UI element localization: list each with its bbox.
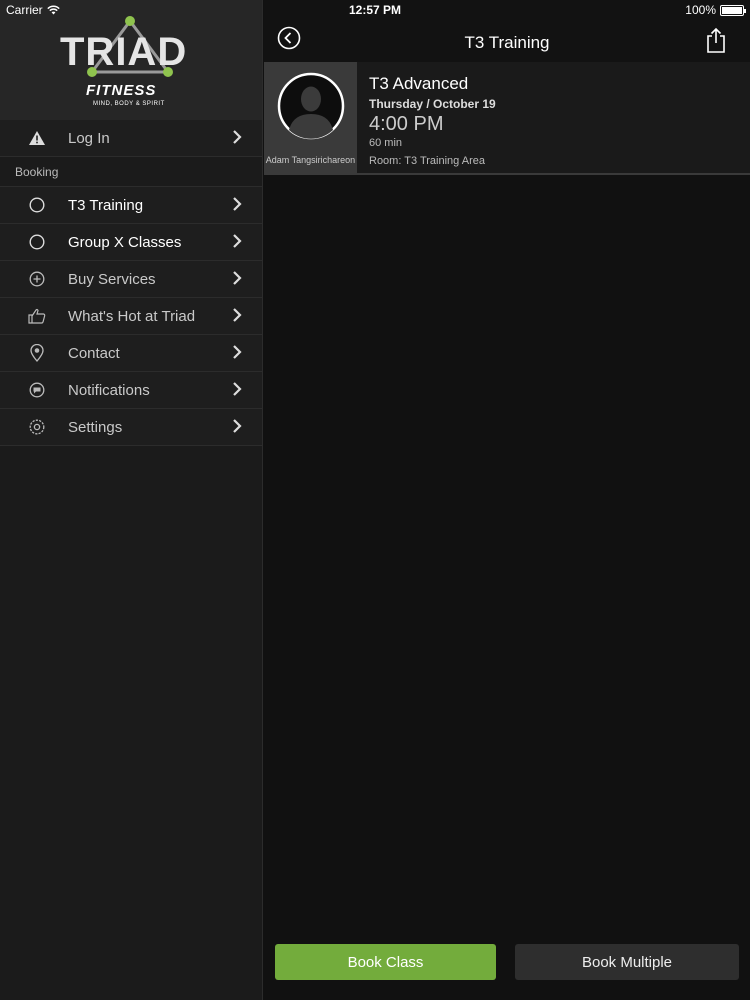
warning-icon	[25, 126, 49, 150]
clock: 12:57 PM	[348, 3, 402, 17]
page-title: T3 Training	[464, 33, 550, 52]
logo-subtitle: FITNESS	[86, 82, 157, 99]
chevron-right-icon	[233, 419, 242, 433]
class-date: Thursday / October 19	[369, 97, 496, 111]
sidebar-item-notifications[interactable]: Notifications	[0, 372, 262, 409]
book-class-button[interactable]: Book Class	[275, 944, 496, 980]
chevron-right-icon	[233, 234, 242, 248]
section-header-booking: Booking	[0, 157, 262, 187]
sidebar-item-settings[interactable]: Settings	[0, 409, 262, 446]
sidebar-item-t3-training[interactable]: T3 Training	[0, 187, 262, 224]
class-duration: 60 min	[369, 137, 403, 149]
logo-word: TRIAD	[60, 30, 188, 74]
sidebar-item-label: T3 Training	[68, 196, 144, 214]
sidebar-item-whats-hot[interactable]: What's Hot at Triad	[0, 298, 262, 335]
sidebar-item-label: Settings	[68, 418, 123, 436]
sidebar-item-label: Log In	[68, 129, 110, 147]
chevron-right-icon	[233, 382, 242, 396]
class-room: Room: T3 Training Area	[369, 155, 485, 167]
sidebar: TRIAD FITNESS MIND, BODY & SPIRIT Log In…	[0, 0, 263, 1000]
share-icon[interactable]	[706, 27, 726, 53]
sidebar-item-buy-services[interactable]: Buy Services	[0, 261, 262, 298]
main-panel: T3 Training Adam Tangsirichareon T3 Adva…	[264, 0, 750, 1000]
battery-icon	[720, 4, 746, 16]
sidebar-item-label: Contact	[68, 344, 120, 362]
logo-tagline: MIND, BODY & SPIRIT	[93, 101, 165, 107]
sidebar-item-label: Buy Services	[68, 270, 156, 288]
sidebar-item-label: Group X Classes	[68, 233, 182, 251]
sidebar-item-label: What's Hot at Triad	[68, 307, 196, 325]
map-pin-icon	[25, 341, 49, 365]
chevron-right-icon	[233, 197, 242, 211]
plus-circle-icon	[25, 267, 49, 291]
sidebar-item-group-x-classes[interactable]: Group X Classes	[0, 224, 262, 261]
chat-bubble-icon	[25, 378, 49, 402]
chevron-right-icon	[233, 130, 242, 144]
sidebar-item-label: Notifications	[68, 381, 150, 399]
class-time: 4:00 PM	[369, 113, 444, 135]
class-card[interactable]: Adam Tangsirichareon T3 Advanced Thursda…	[264, 62, 750, 175]
chevron-right-icon	[233, 308, 242, 322]
sidebar-item-log-in[interactable]: Log In	[0, 120, 262, 157]
class-name: T3 Advanced	[369, 74, 469, 93]
chevron-right-icon	[233, 271, 242, 285]
battery-percent: 100%	[685, 3, 716, 17]
class-info: T3 Advanced Thursday / October 19 4:00 P…	[369, 74, 496, 167]
book-multiple-button[interactable]: Book Multiple	[515, 944, 739, 980]
circle-icon	[25, 230, 49, 254]
chevron-right-icon	[233, 345, 242, 359]
person-silhouette-icon	[277, 72, 345, 140]
sidebar-item-contact[interactable]: Contact	[0, 335, 262, 372]
circle-icon	[25, 193, 49, 217]
status-bar: Carrier 12:57 PM 100%	[0, 0, 750, 20]
gear-icon	[25, 415, 49, 439]
instructor-avatar: Adam Tangsirichareon	[264, 62, 357, 175]
battery-indicator: 100%	[685, 3, 746, 17]
instructor-name: Adam Tangsirichareon	[265, 155, 356, 165]
thumbs-up-icon	[25, 304, 49, 328]
